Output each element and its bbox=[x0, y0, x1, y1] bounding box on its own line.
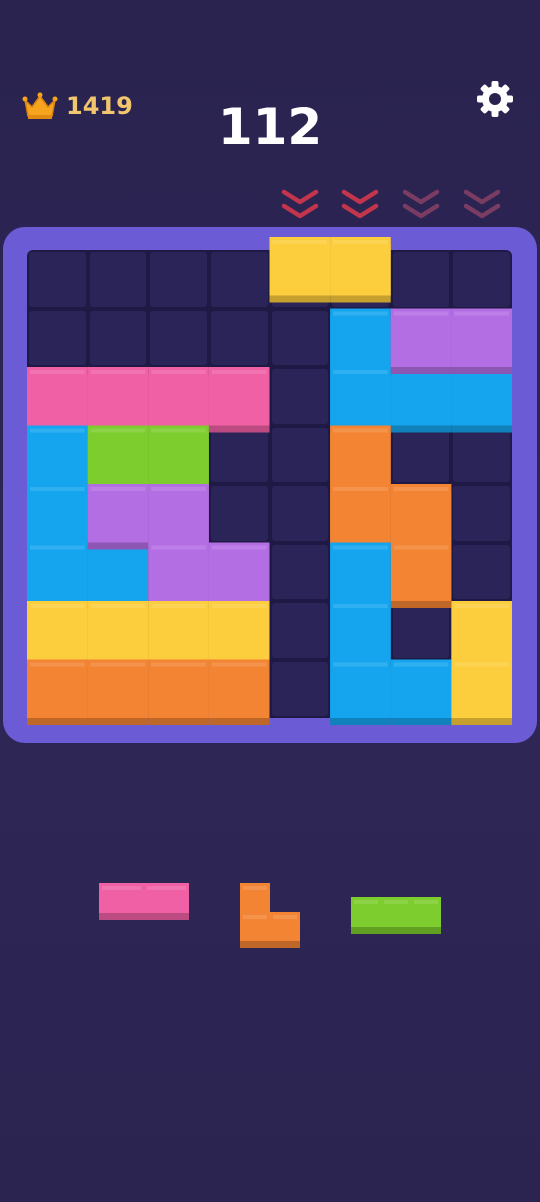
yellow-bar-top bbox=[269, 237, 391, 303]
tray-green-bar-shape bbox=[351, 897, 441, 934]
orange-bar-bottom bbox=[27, 659, 270, 725]
tray-orange-corner[interactable] bbox=[240, 883, 300, 949]
tray-pink-block[interactable] bbox=[99, 883, 189, 921]
pink-bar bbox=[27, 367, 270, 433]
board-pieces-layer bbox=[27, 237, 512, 725]
chevron-down-icon bbox=[342, 189, 379, 219]
yellow-bar-bottom bbox=[27, 601, 270, 667]
chevron-down-icon bbox=[281, 189, 319, 219]
green-bar bbox=[87, 425, 209, 491]
yellow-vertical-bar bbox=[451, 601, 512, 725]
chevron-down-icon bbox=[463, 189, 500, 219]
game-board[interactable] bbox=[27, 237, 512, 725]
tray-orange-corner-shape bbox=[240, 883, 300, 948]
current-score: 112 bbox=[217, 98, 323, 156]
gear-icon[interactable] bbox=[474, 78, 516, 120]
purple-bar-right bbox=[390, 308, 512, 374]
tray-green-bar[interactable] bbox=[351, 897, 441, 935]
chevron-down-icon bbox=[402, 189, 440, 219]
tray-pink-block-shape bbox=[99, 883, 189, 920]
